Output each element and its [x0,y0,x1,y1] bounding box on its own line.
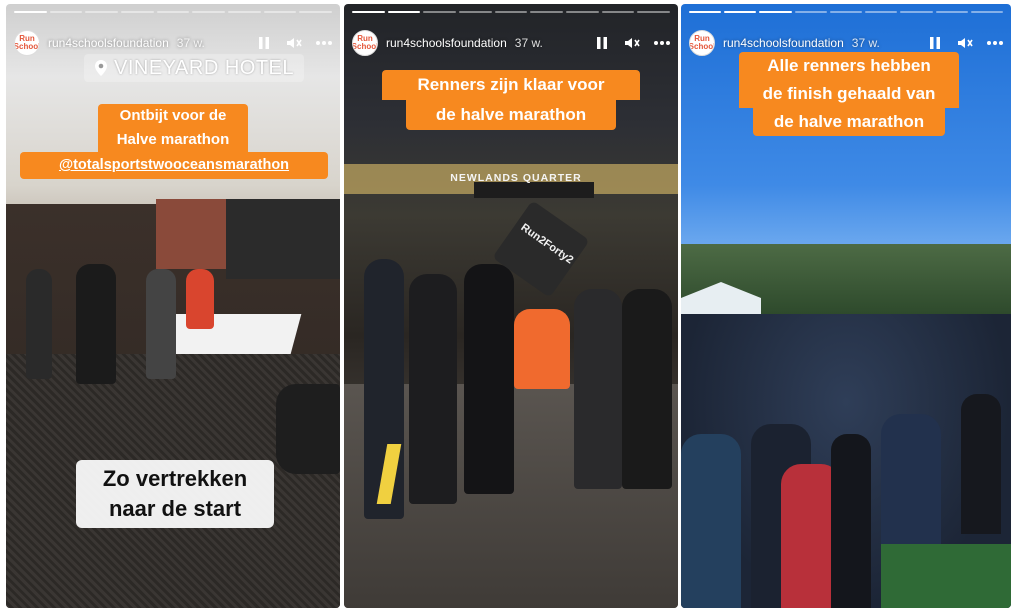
timestamp: 37 w. [176,36,205,50]
progress-segment [566,11,599,13]
avatar-logo: Run 4Schools [689,34,714,51]
progress-segment [156,11,190,13]
runner [622,289,672,489]
progress-segment [637,11,671,13]
progress-segment [601,11,635,13]
avatar-logo: Run 4Schools [14,34,39,51]
story-progress [689,11,1003,13]
pause-icon[interactable] [594,35,610,51]
runner [409,274,457,504]
more-icon[interactable] [987,35,1003,51]
story-header: Run 4Schools run4schoolsfoundation 37 w. [352,28,670,58]
progress-segment [900,11,933,13]
volume-muted-icon[interactable] [624,35,640,51]
caption-line: Ontbijt voor de [98,104,248,128]
progress-segment [829,11,863,13]
progress-segment [352,11,385,13]
progress-segment [85,11,119,13]
caption-line: Halve marathon [98,128,248,152]
progress-segment [724,11,757,13]
avatar-logo: Run 4Schools [352,34,377,51]
username-link[interactable]: run4schoolsfoundation [386,36,507,50]
story-controls [927,35,1003,51]
location-pin-icon [95,60,107,76]
timestamp: 37 w. [514,36,543,50]
caption-line: de halve marathon [753,108,945,136]
volume-muted-icon[interactable] [286,35,302,51]
location-sticker-text: VINEYARD HOTEL [114,56,294,79]
avatar[interactable]: Run 4Schools [689,30,715,56]
story-header: Run 4Schools run4schoolsfoundation 37 w. [689,28,1003,58]
progress-segment [494,11,528,13]
progress-segment [794,11,827,13]
person [681,434,741,608]
person [146,269,176,379]
progress-segment [935,11,968,13]
progress-segment [121,11,154,13]
story-controls [594,35,670,51]
runner [464,264,514,494]
story-controls [256,35,332,51]
runner [574,289,622,489]
progress-segment [970,11,1003,13]
story-progress [14,11,333,13]
progress-segment [299,11,333,13]
brick-wall [156,199,226,269]
username-link[interactable]: run4schoolsfoundation [48,36,169,50]
caption-line: de finish gehaald van [739,80,959,108]
story-finish[interactable]: Run 4Schools run4schoolsfoundation 37 w.… [681,4,1011,608]
story-breakfast[interactable]: Run 4Schools run4schoolsfoundation 37 w.… [6,4,340,608]
grass [881,544,1011,608]
avatar[interactable]: Run 4Schools [14,30,40,56]
volume-muted-icon[interactable] [957,35,973,51]
more-icon[interactable] [654,35,670,51]
bottom-caption: Zo vertrekken naar de start [76,460,274,528]
more-icon[interactable] [316,35,332,51]
caption-line: de halve marathon [406,100,616,130]
story-header: Run 4Schools run4schoolsfoundation 37 w. [14,28,332,58]
caption-line: Zo vertrekken [102,466,248,491]
location-sticker[interactable]: VINEYARD HOTEL [84,54,304,82]
story-progress [352,11,671,13]
sign-board [474,182,594,198]
mention-link[interactable]: @totalsportstwooceansmarathon [20,152,328,179]
username-link[interactable]: run4schoolsfoundation [723,36,844,50]
timestamp: 37 w. [851,36,880,50]
person [186,269,214,329]
progress-segment [530,11,564,13]
person [831,434,871,608]
progress-segment [865,11,898,13]
progress-segment [49,11,83,13]
person [76,264,116,384]
progress-segment [759,11,792,13]
pause-icon[interactable] [256,35,272,51]
pause-icon[interactable] [927,35,943,51]
avatar[interactable]: Run 4Schools [352,30,378,56]
progress-segment [228,11,261,13]
progress-segment [423,11,457,13]
progress-segment [459,11,492,13]
caption-line: naar de start [108,496,242,521]
progress-segment [192,11,226,13]
person [26,269,52,379]
story-runners-ready[interactable]: Run 4Schools run4schoolsfoundation 37 w.… [344,4,678,608]
person [276,384,340,474]
progress-segment [14,11,47,13]
person [961,394,1001,534]
caption-line: Renners zijn klaar voor [382,70,640,100]
progress-segment [689,11,722,13]
building-sign: NEWLANDS QUARTER [450,172,582,184]
progress-segment [387,11,421,13]
progress-segment [263,11,297,13]
runner-orange-top [514,309,570,389]
dark-wall [226,199,340,279]
